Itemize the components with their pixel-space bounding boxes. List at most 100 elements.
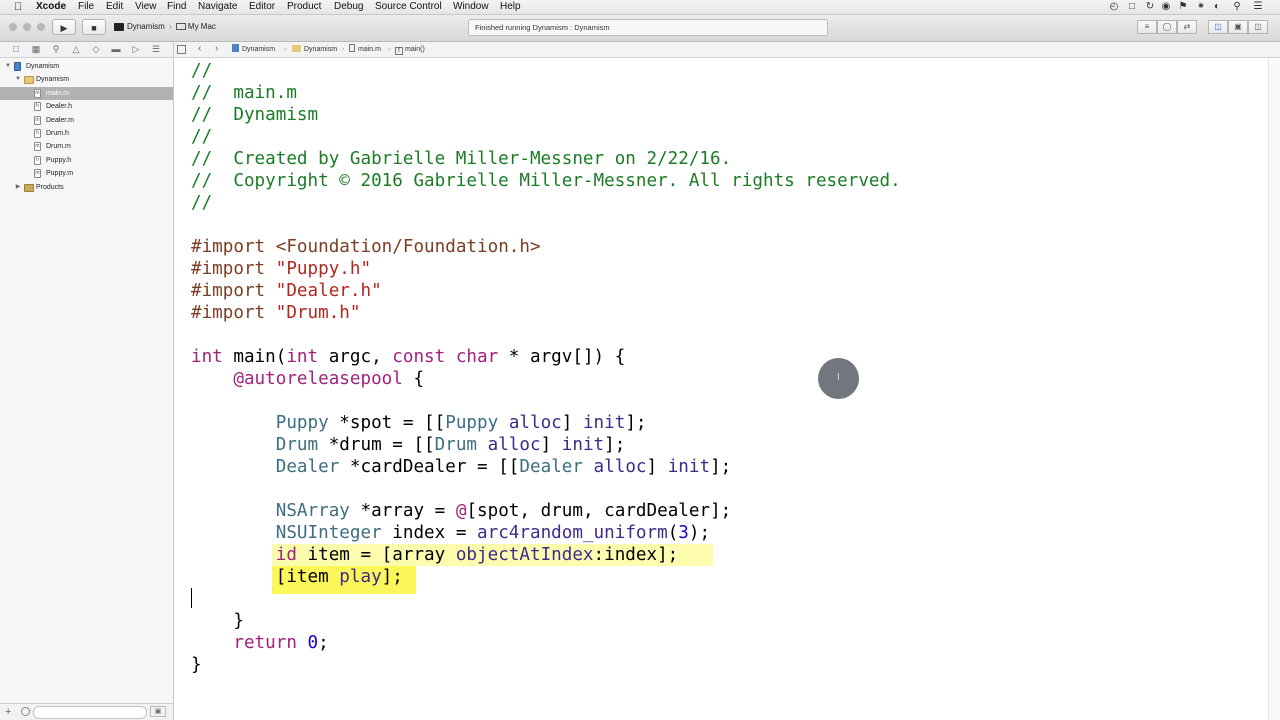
- navigator-item-dynamism[interactable]: ▼ Dynamism: [0, 60, 173, 73]
- scheme-selector[interactable]: Dynamism › My Mac: [114, 20, 216, 34]
- code-line: ////: [191, 192, 212, 214]
- navigator-item-dynamism[interactable]: ▼ Dynamism: [0, 73, 173, 86]
- mouse-pointer-overlay: I: [818, 358, 859, 399]
- navigator-item-products[interactable]: ▶ Products: [0, 181, 173, 194]
- breadcrumb-separator-icon: ›: [388, 46, 391, 53]
- find-navigator-icon[interactable]: ⚲: [50, 43, 62, 55]
- navigator-panel-icon: ◫: [1214, 22, 1222, 31]
- apple-menu-icon[interactable]: : [14, 0, 22, 14]
- filter-options-icon[interactable]: ▣: [150, 706, 166, 717]
- breadcrumb-file[interactable]: main.m: [349, 42, 381, 57]
- menu-edit[interactable]: Edit: [106, 0, 123, 14]
- navigator-item-drum-h[interactable]: h Drum.h: [0, 127, 173, 140]
- menu-product[interactable]: Product: [287, 0, 321, 14]
- assistant-editor-button[interactable]: ◯: [1157, 20, 1177, 34]
- menu-debug[interactable]: Debug: [334, 0, 363, 14]
- disclosure-closed-icon[interactable]: ▶: [14, 181, 22, 194]
- version-editor-button[interactable]: ⇄: [1177, 20, 1197, 34]
- editor-scrollbar[interactable]: [1268, 58, 1280, 720]
- folder-icon[interactable]: □: [10, 43, 22, 55]
- add-file-icon[interactable]: +: [5, 705, 11, 719]
- window-zoom-icon[interactable]: [37, 23, 45, 31]
- recent-files-icon[interactable]: [21, 707, 30, 716]
- implementation-file-icon: m: [34, 169, 41, 179]
- standard-editor-button[interactable]: ≡: [1137, 20, 1157, 34]
- code-line-highlighted: #import <Foundation/Foundation.h>: [191, 237, 541, 257]
- code-line-highlighted: Drum *drum = [[Drum alloc] init];: [275, 435, 626, 455]
- stop-icon: ■: [91, 23, 97, 33]
- menu-find[interactable]: Find: [167, 0, 186, 14]
- disclosure-open-icon[interactable]: ▼: [4, 60, 12, 73]
- app-scheme-icon: [114, 22, 124, 31]
- navigator-item-main-m[interactable]: m main.m: [0, 86, 173, 100]
- notification-list-icon[interactable]: ☰: [1252, 1, 1264, 13]
- test-navigator-icon[interactable]: ◇: [90, 43, 102, 55]
- code-line-highlighted: // Created by Gabrielle Miller-Messner o…: [191, 149, 732, 169]
- breadcrumb-symbol[interactable]: f main(): [395, 42, 425, 57]
- code-line-highlighted: #import "Dealer.h": [191, 281, 382, 301]
- toggle-utilities-button[interactable]: ◫: [1248, 20, 1268, 34]
- code-line: } }: [191, 610, 244, 632]
- navigator-item-dealer-m[interactable]: m Dealer.m: [0, 114, 173, 127]
- menu-app-name[interactable]: Xcode: [36, 0, 66, 14]
- breakpoint-navigator-icon[interactable]: ▷: [130, 43, 142, 55]
- products-folder-icon: [24, 183, 34, 192]
- code-line: @autoreleasepool { @autoreleasepool {: [191, 368, 424, 390]
- code-line: }}: [191, 654, 202, 676]
- navigator-item-puppy-h[interactable]: h Puppy.h: [0, 154, 173, 167]
- toggle-navigator-button[interactable]: ◫: [1208, 20, 1228, 34]
- code-line: ////: [191, 126, 212, 148]
- window-close-icon[interactable]: [9, 23, 17, 31]
- navigator-filter-field[interactable]: [33, 706, 147, 719]
- window-minimize-icon[interactable]: [23, 23, 31, 31]
- code-line: [item play]; [item play];: [191, 566, 403, 588]
- code-line: // main.m// main.m: [191, 82, 297, 104]
- version-editor-icon: ⇄: [1183, 22, 1191, 31]
- toggle-debug-area-button[interactable]: ▣: [1228, 20, 1248, 34]
- navigator-item-puppy-m[interactable]: m Puppy.m: [0, 167, 173, 180]
- breadcrumb-separator-icon: ›: [284, 46, 287, 53]
- breadcrumb-project[interactable]: Dynamism: [232, 42, 275, 57]
- menu-source-control[interactable]: Source Control: [375, 0, 442, 14]
- time-machine-icon[interactable]: ◴: [1108, 1, 1120, 13]
- calendar-icon[interactable]: □: [1126, 1, 1138, 13]
- report-navigator-icon[interactable]: ☰: [150, 43, 162, 55]
- navigator-item-dealer-h[interactable]: h Dealer.h: [0, 100, 173, 113]
- symbol-navigator-icon[interactable]: ▦: [30, 43, 42, 55]
- menu-navigate[interactable]: Navigate: [198, 0, 237, 14]
- menu-editor[interactable]: Editor: [249, 0, 275, 14]
- flag-icon[interactable]: ⚑: [1176, 1, 1190, 13]
- bluetooth-icon[interactable]: ⁕: [1194, 1, 1208, 13]
- navigator-item-label: Products: [36, 183, 64, 191]
- navigator-item-label: Dynamism: [36, 76, 70, 84]
- folder-icon: [24, 76, 34, 85]
- toolbar: ▶ ■ Dynamism › My Mac Finished running D…: [0, 15, 1280, 42]
- related-items-icon[interactable]: [177, 45, 186, 54]
- run-button[interactable]: ▶: [52, 19, 76, 35]
- search-icon[interactable]: ⚲: [1231, 1, 1243, 13]
- record-icon[interactable]: ◉: [1160, 1, 1172, 13]
- back-arrow-icon[interactable]: ‹: [198, 42, 201, 56]
- code-line-highlighted: }: [191, 655, 202, 675]
- wifi-icon[interactable]: ◐: [1210, 1, 1224, 13]
- file-m-icon: [349, 44, 355, 52]
- navigator-item-drum-m[interactable]: m Drum.m: [0, 140, 173, 153]
- text-caret: [191, 588, 192, 608]
- navigator-item-label: Dealer.h: [46, 103, 73, 111]
- code-line-highlighted: //: [191, 61, 213, 81]
- issue-navigator-icon[interactable]: △: [70, 43, 82, 55]
- menu-view[interactable]: View: [135, 0, 157, 14]
- forward-arrow-icon[interactable]: ›: [215, 42, 218, 56]
- disclosure-open-icon[interactable]: ▼: [14, 73, 22, 86]
- play-icon: ▶: [60, 23, 68, 33]
- implementation-file-icon: m: [34, 142, 41, 152]
- breadcrumb-folder[interactable]: Dynamism: [292, 42, 337, 57]
- menu-help[interactable]: Help: [500, 0, 521, 14]
- debug-navigator-icon[interactable]: ▬: [110, 43, 122, 55]
- sync-icon[interactable]: ↻: [1144, 1, 1156, 13]
- menu-file[interactable]: File: [78, 0, 94, 14]
- navigator-item-label: main.m: [46, 89, 69, 97]
- code-line-highlighted: return 0;: [233, 633, 329, 653]
- stop-button[interactable]: ■: [82, 19, 106, 35]
- menu-window[interactable]: Window: [453, 0, 489, 14]
